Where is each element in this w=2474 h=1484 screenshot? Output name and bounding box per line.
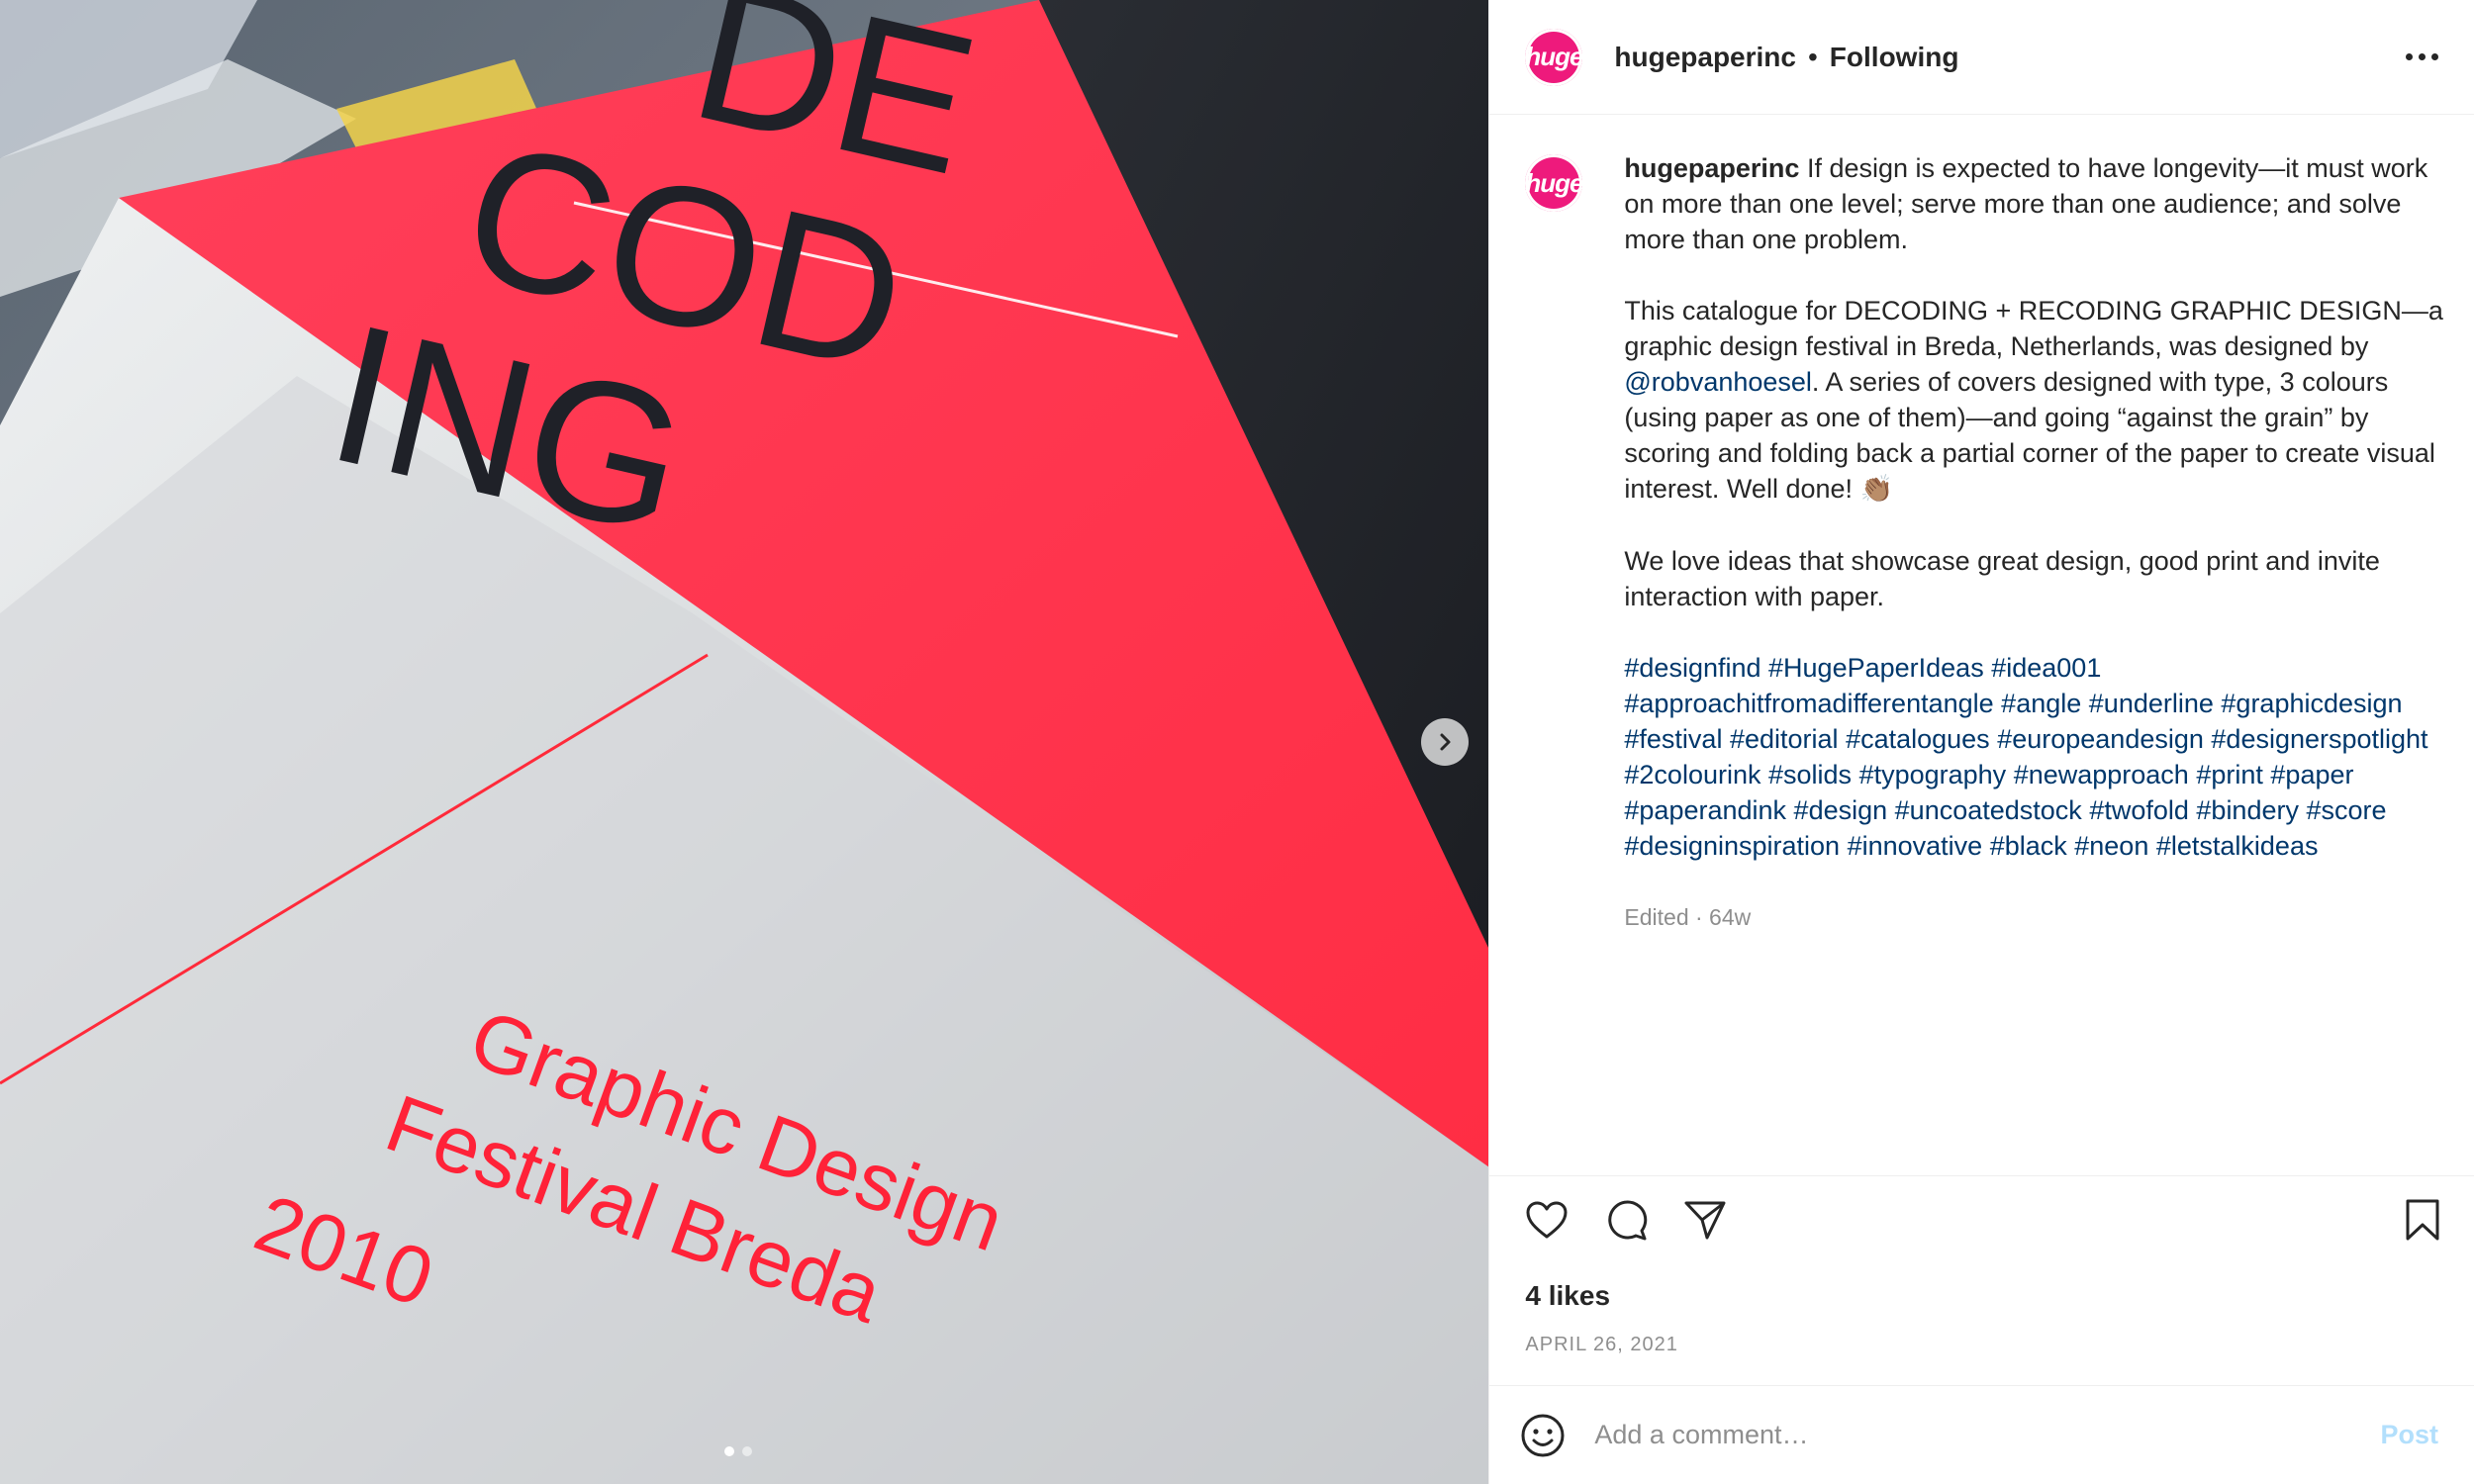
hashtag-link[interactable]: #2colourink xyxy=(1624,760,1760,789)
emoji-icon[interactable] xyxy=(1519,1412,1567,1459)
post-date[interactable]: APRIL 26, 2021 xyxy=(1489,1324,2474,1385)
caption-paragraph-1: hugepaperinc If design is expected to ha… xyxy=(1624,150,2444,257)
hashtag-link[interactable]: #idea001 xyxy=(1991,653,2101,683)
save-button[interactable] xyxy=(2395,1192,2450,1248)
carousel-indicator xyxy=(724,1446,752,1456)
chevron-right-icon xyxy=(1440,733,1451,751)
hashtag-link[interactable]: #HugePaperIdeas xyxy=(1768,653,1984,683)
hashtag-link[interactable]: #score xyxy=(2307,795,2387,825)
caption-paragraph-2: This catalogue for DECODING + RECODING G… xyxy=(1624,293,2444,508)
hashtag-link[interactable]: #europeandesign xyxy=(1997,724,2204,754)
post-photo: DE COD ING Graphic Design Festival Breda… xyxy=(0,0,1489,1484)
avatar[interactable]: huge xyxy=(1525,28,1583,86)
hashtag-link[interactable]: #festival xyxy=(1624,724,1722,754)
comment-icon xyxy=(1608,1200,1648,1240)
carousel-dot xyxy=(742,1446,752,1456)
caption-text-3: We love ideas that showcase great design… xyxy=(1624,546,2380,611)
hashtag-link[interactable]: #twofold xyxy=(2089,795,2189,825)
header-username[interactable]: hugepaperinc xyxy=(1614,42,1796,73)
more-options-icon[interactable] xyxy=(2396,44,2448,70)
hashtag-link[interactable]: #designinspiration xyxy=(1624,831,1840,861)
comment-input[interactable] xyxy=(1592,1419,2381,1451)
post-header: huge hugepaperinc • Following xyxy=(1489,0,2474,115)
caption-area: huge hugepaperinc If design is expected … xyxy=(1489,115,2474,1175)
hashtag-link[interactable]: #print xyxy=(2196,760,2263,789)
post-sidebar: huge hugepaperinc • Following huge hugep… xyxy=(1488,0,2474,1484)
post-meta: Edited · 64w xyxy=(1624,904,1752,930)
post-media[interactable]: DE COD ING Graphic Design Festival Breda… xyxy=(0,0,1489,1484)
hashtag-link[interactable]: #underline xyxy=(2089,689,2214,718)
hashtag-link[interactable]: #innovative xyxy=(1848,831,1983,861)
hashtag-link[interactable]: #typography xyxy=(1859,760,2007,789)
caption-username[interactable]: hugepaperinc xyxy=(1624,153,1799,183)
heart-icon xyxy=(1526,1201,1568,1238)
action-bar xyxy=(1489,1175,2474,1262)
carousel-dot-active xyxy=(724,1446,734,1456)
hashtag-link[interactable]: #designfind xyxy=(1624,653,1760,683)
caption: hugepaperinc If design is expected to ha… xyxy=(1624,150,2444,1175)
hashtag-link[interactable]: #design xyxy=(1794,795,1888,825)
hashtag-link[interactable]: #bindery xyxy=(2196,795,2299,825)
caption-avatar[interactable]: huge xyxy=(1525,154,1583,212)
hashtag-link[interactable]: #black xyxy=(1990,831,2067,861)
hashtag-list: #designfind #HugePaperIdeas #idea001 #ap… xyxy=(1624,650,2444,864)
likes-count[interactable]: 4 likes xyxy=(1489,1262,2474,1324)
hashtag-link[interactable]: #letstalkideas xyxy=(2156,831,2319,861)
like-button[interactable] xyxy=(1519,1192,1574,1248)
carousel-next-button[interactable] xyxy=(1421,718,1469,766)
caption-text-2a: This catalogue for DECODING + RECODING G… xyxy=(1624,296,2443,361)
hashtag-link[interactable]: #uncoatedstock xyxy=(1895,795,2082,825)
hashtag-link[interactable]: #approachitfromadifferentangle xyxy=(1624,689,1993,718)
share-button[interactable] xyxy=(1677,1192,1733,1248)
post-button[interactable]: Post xyxy=(2380,1420,2438,1450)
post-frame: DE COD ING Graphic Design Festival Breda… xyxy=(0,0,2474,1484)
comment-box: Post xyxy=(1489,1385,2474,1484)
hashtag-link[interactable]: #newapproach xyxy=(2014,760,2189,789)
header-separator: • xyxy=(1807,41,1818,72)
caption-paragraph-3: We love ideas that showcase great design… xyxy=(1624,543,2444,614)
hashtag-link[interactable]: #designerspotlight xyxy=(2211,724,2427,754)
comment-button[interactable] xyxy=(1598,1192,1654,1248)
bookmark-icon xyxy=(2406,1199,2439,1240)
hashtag-link[interactable]: #editorial xyxy=(1730,724,1839,754)
hashtag-link[interactable]: #catalogues xyxy=(1846,724,1990,754)
hashtag-link[interactable]: #angle xyxy=(2001,689,2081,718)
share-icon xyxy=(1684,1201,1726,1239)
hashtag-link[interactable]: #graphicdesign xyxy=(2221,689,2402,718)
clap-emoji-icon: 👏🏽 xyxy=(1859,474,1894,505)
following-button[interactable]: Following xyxy=(1830,42,1959,73)
hashtag-link[interactable]: #paperandink xyxy=(1624,795,1786,825)
mention-link[interactable]: @robvanhoesel xyxy=(1624,367,1812,397)
hashtag-link[interactable]: #neon xyxy=(2074,831,2148,861)
hashtag-link[interactable]: #paper xyxy=(2270,760,2353,789)
hashtag-link[interactable]: #solids xyxy=(1768,760,1852,789)
